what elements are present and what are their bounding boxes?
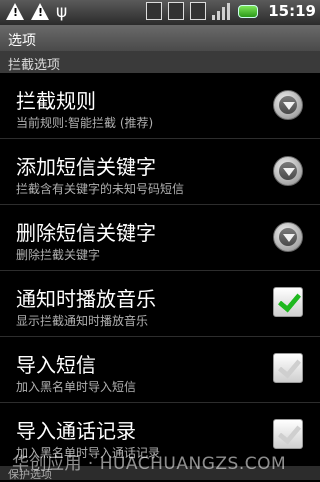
battery-icon (238, 4, 259, 18)
import-call-log-checkbox[interactable] (273, 419, 303, 449)
check-icon (277, 420, 302, 445)
option-import-sms[interactable]: 导入短信 加入黑名单时导入短信 (0, 337, 320, 403)
option-title: 添加短信关键字 (16, 155, 156, 179)
sim-icon (190, 2, 207, 20)
watermark: 华创应用 · HUACHUANGZS.COM (12, 454, 287, 474)
option-add-keyword[interactable]: 添加短信关键字 拦截含有关键字的未知号码短信 (0, 139, 320, 205)
option-intercept-rule[interactable]: 拦截规则 当前规则:智能拦截 (推荐) (0, 73, 320, 139)
import-sms-checkbox[interactable] (273, 353, 303, 383)
usb-icon: ψ (56, 2, 68, 22)
option-title: 导入通话记录 (16, 419, 136, 443)
option-title: 拦截规则 (16, 89, 96, 113)
option-subtitle: 显示拦截通知时播放音乐 (16, 314, 149, 328)
warning-icon (6, 3, 25, 21)
wifi-icon (146, 2, 163, 20)
title-bar: 选项 (0, 25, 320, 52)
section-header: 拦截选项 (0, 51, 320, 73)
option-subtitle: 当前规则:智能拦截 (推荐) (16, 116, 154, 130)
check-icon (277, 288, 302, 313)
option-notify-music[interactable]: 通知时播放音乐 显示拦截通知时播放音乐 (0, 271, 320, 337)
dropdown-arrow-icon[interactable] (273, 222, 303, 252)
signal-icon (212, 2, 232, 20)
dropdown-arrow-icon[interactable] (273, 156, 303, 186)
status-bar: ψ 15:19 (0, 0, 320, 25)
dropdown-arrow-icon[interactable] (273, 90, 303, 120)
options-list: 拦截规则 当前规则:智能拦截 (推荐) 添加短信关键字 拦截含有关键字的未知号码… (0, 73, 320, 469)
option-title: 删除短信关键字 (16, 221, 156, 245)
mute-icon (168, 2, 185, 20)
option-subtitle: 加入黑名单时导入短信 (16, 380, 137, 394)
page-title: 选项 (8, 33, 36, 49)
option-title: 导入短信 (16, 353, 96, 377)
notify-music-checkbox[interactable] (273, 287, 303, 317)
option-delete-keyword[interactable]: 删除短信关键字 删除拦截关键字 (0, 205, 320, 271)
option-subtitle: 拦截含有关键字的未知号码短信 (16, 182, 185, 196)
section-header-label: 拦截选项 (8, 58, 61, 73)
option-subtitle: 删除拦截关键字 (16, 248, 101, 262)
check-icon (277, 354, 302, 379)
option-title: 通知时播放音乐 (16, 287, 156, 311)
warning-icon (31, 3, 50, 21)
clock: 15:19 (268, 2, 316, 20)
